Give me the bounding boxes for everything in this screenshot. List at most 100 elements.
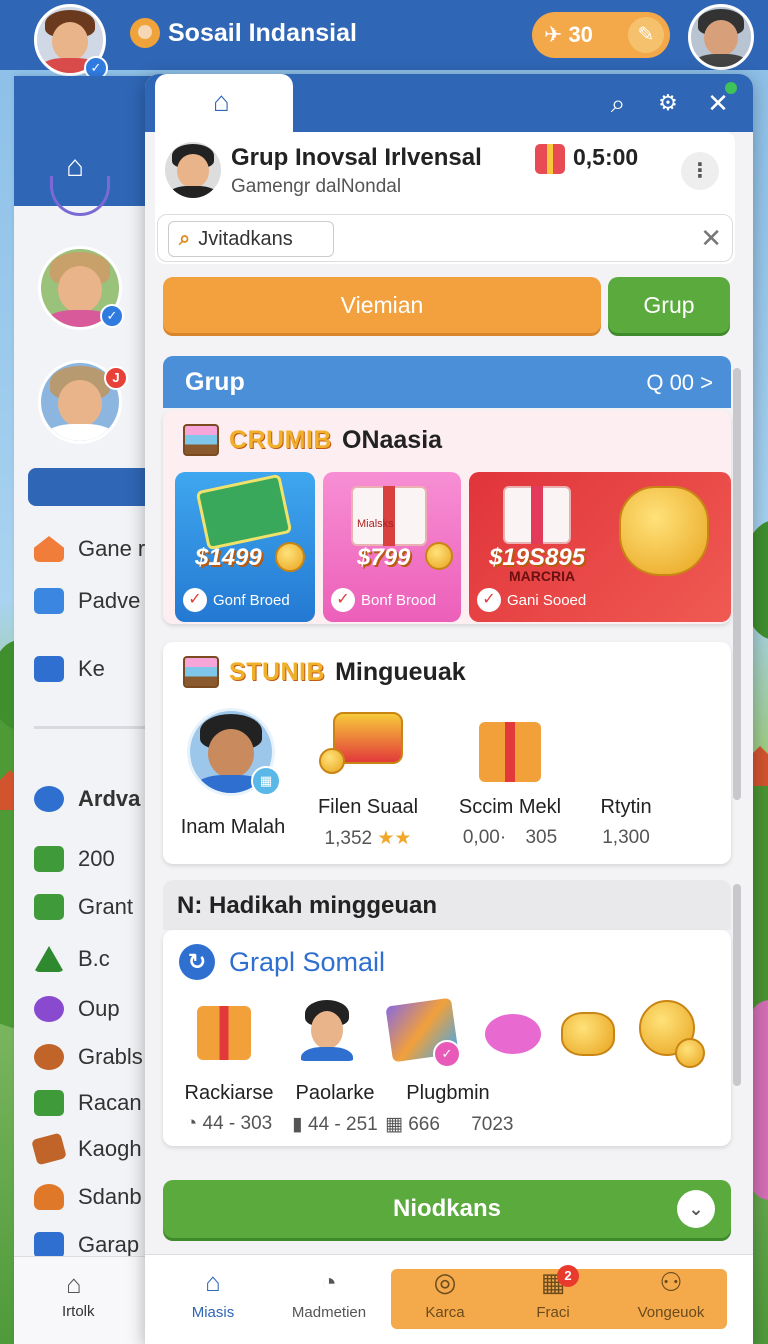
section-grup-header[interactable]: Grup Q 00 > <box>163 356 731 408</box>
sidebar-item-8[interactable]: Grabls <box>34 1044 143 1070</box>
app-title: Sosail Indansial <box>130 18 357 48</box>
person-name: Rtytin <box>600 796 652 818</box>
gift-box-icon <box>197 1006 251 1060</box>
sidebar-item-11[interactable]: Sdanb <box>34 1184 142 1210</box>
person-name: Inam Malah <box>180 816 286 838</box>
section-more-link[interactable]: Q 00 > <box>646 370 713 396</box>
sidebar-item-10[interactable]: Kaogh <box>31 1132 142 1166</box>
home-icon: ⌂ <box>213 86 230 117</box>
gift-icon <box>535 144 565 174</box>
clock-icon: ◔ <box>185 1113 198 1134</box>
search-bar[interactable]: ⌕ Jvitadkans ✕ <box>157 214 733 262</box>
bear-icon <box>34 1044 64 1070</box>
offer-tile-3[interactable]: $19S895 MARCRIA ✓ Gani Sooed <box>469 472 731 622</box>
gift-ribbon-icon <box>383 486 395 546</box>
lock-icon: ▮ <box>292 1114 303 1135</box>
check-icon: ✓ <box>477 588 501 612</box>
star-icon: ★★ <box>377 828 412 849</box>
offer-label: Bonf Brood <box>361 591 437 609</box>
search-icon[interactable]: ⌕ <box>601 86 635 120</box>
sidebar-item-label: Padve <box>78 588 141 613</box>
weekly-rewards-header[interactable]: N: Hadikah minggeuan <box>163 880 731 930</box>
bag-icon <box>34 1184 64 1210</box>
chevron-down-icon[interactable]: ⌄ <box>677 1190 715 1228</box>
weekly-person-4: Rtytin 1,300 <box>581 796 671 849</box>
primary-action-button[interactable]: Viemian <box>163 277 601 333</box>
gift-ribbon-icon <box>531 486 543 544</box>
person-stat-value: 44 - 303 <box>202 1113 273 1134</box>
person-name: Plugbmin <box>406 1082 490 1104</box>
sidebar-item-4[interactable]: 200 <box>34 846 115 872</box>
weekly-title: Mingueuak <box>335 657 466 686</box>
rocket-icon[interactable]: ✎ <box>628 17 664 53</box>
offer-tile-1[interactable]: $1499 ✓ Gonf Broed <box>175 472 315 622</box>
easel-icon <box>183 424 219 456</box>
sidebar-item-label: B.c <box>78 946 110 971</box>
person-name: Rackiarse <box>184 1082 274 1104</box>
clear-search-icon[interactable]: ✕ <box>700 223 722 254</box>
weekly-card: STUNIB Mingueuak ▦ Inam Malah Filen Suaa… <box>163 642 731 864</box>
sidebar-item-1[interactable]: Padve <box>34 588 140 614</box>
sidebar-item-label: 200 <box>78 846 115 871</box>
sidebar-item-0[interactable]: Gane r <box>34 536 145 562</box>
sidebar-item-12[interactable]: Garap <box>34 1232 139 1258</box>
offer-label: Gonf Broed <box>213 591 290 609</box>
home-icon: ⌂ <box>205 1267 221 1297</box>
weekly-card-title: STUNIB Mingueuak <box>183 656 466 688</box>
app-title-text: Sosail Indansial <box>168 18 357 47</box>
settings-icon[interactable]: ⚙ <box>651 86 685 120</box>
sidebar-item-9[interactable]: Racan <box>34 1090 142 1116</box>
tab-home[interactable]: ⌂ <box>155 74 293 136</box>
profile-icon <box>130 18 160 48</box>
gift-icon <box>34 1090 64 1116</box>
sidebar-item-3[interactable]: Ardva <box>34 786 140 812</box>
offer-label-row: ✓ Bonf Brood <box>331 588 436 612</box>
group-avatar[interactable] <box>165 142 221 198</box>
confirm-button-label: Niodkans <box>392 1195 502 1222</box>
nav-item-fraci[interactable]: ▦ Fraci <box>505 1255 601 1344</box>
grapl-card: ↻ Grapl Somail ✓ Rackiarse ◔ 44 - 303 Pa… <box>163 930 731 1146</box>
box-icon: ▦ <box>385 1114 403 1135</box>
coin-counter[interactable]: ✈ 30 ✎ <box>532 12 670 58</box>
candy-icon <box>485 1014 541 1054</box>
calendar-badge-icon: ▦ <box>251 766 281 796</box>
sidebar-item-7[interactable]: Oup <box>34 996 120 1022</box>
sidebar-item-2[interactable]: Ke <box>34 656 105 682</box>
coin-count: 30 <box>568 22 593 47</box>
home-outline-icon[interactable]: ⌂ <box>66 1269 82 1300</box>
coin-icon <box>319 748 345 774</box>
offer-brand: MARCRIA <box>509 568 576 584</box>
nav-item-home[interactable]: ⌂ Miasis <box>165 1255 261 1344</box>
sidebar-item-5[interactable]: Grant <box>34 894 133 920</box>
search-chip-label: Jvitadkans <box>198 227 293 250</box>
nav-item-madmetien[interactable]: ◔ Madmetien <box>281 1255 377 1344</box>
sidebar-bottom-label[interactable]: Irtolk <box>62 1303 95 1320</box>
check-icon: ✓ <box>331 588 355 612</box>
group-button[interactable]: Grup <box>608 277 730 333</box>
main-panel: ⌂ ⌕ ⚙ ✕ Grup Inovsal Irlvensal Gamengr d… <box>145 74 753 1344</box>
search-chip[interactable]: ⌕ Jvitadkans <box>168 221 334 257</box>
more-options-icon[interactable]: ⋮ <box>681 152 719 190</box>
scrollbar-thumb[interactable] <box>733 368 741 800</box>
sidebar-item-6[interactable]: B.c <box>34 946 110 972</box>
nav-item-vongeuok[interactable]: ⚇ Vongeuok <box>619 1255 723 1344</box>
person-stat-extra: 7023 <box>471 1114 514 1135</box>
decorative-arc <box>50 176 110 216</box>
sidebar-item-label: Garap <box>78 1232 140 1257</box>
coin-pile-icon <box>561 1012 615 1056</box>
group-header-card: Grup Inovsal Irlvensal Gamengr dalNondal… <box>155 132 735 264</box>
sidebar-item-label: Grant <box>78 894 134 919</box>
person-stat: ▦ 666 7023 <box>373 1113 523 1136</box>
scrollbar-thumb-lower[interactable] <box>733 884 741 1086</box>
notification-badge: 2 <box>557 1265 579 1287</box>
friend-avatar[interactable] <box>688 4 754 70</box>
sidebar-active-bar[interactable] <box>28 468 164 506</box>
people-icon: ⚇ <box>659 1267 683 1297</box>
offer-tile-2[interactable]: Mialsks $799 ✓ Bonf Brood <box>323 472 461 622</box>
weekly-person-1: Inam Malah <box>173 816 293 839</box>
offer-label: Gani Sooed <box>507 591 587 609</box>
nav-item-karca[interactable]: ◎ Karca <box>397 1255 493 1344</box>
teapot-icon <box>619 486 709 576</box>
confirm-button[interactable]: Niodkans ⌄ <box>163 1180 731 1238</box>
person-avatar[interactable] <box>295 994 359 1064</box>
